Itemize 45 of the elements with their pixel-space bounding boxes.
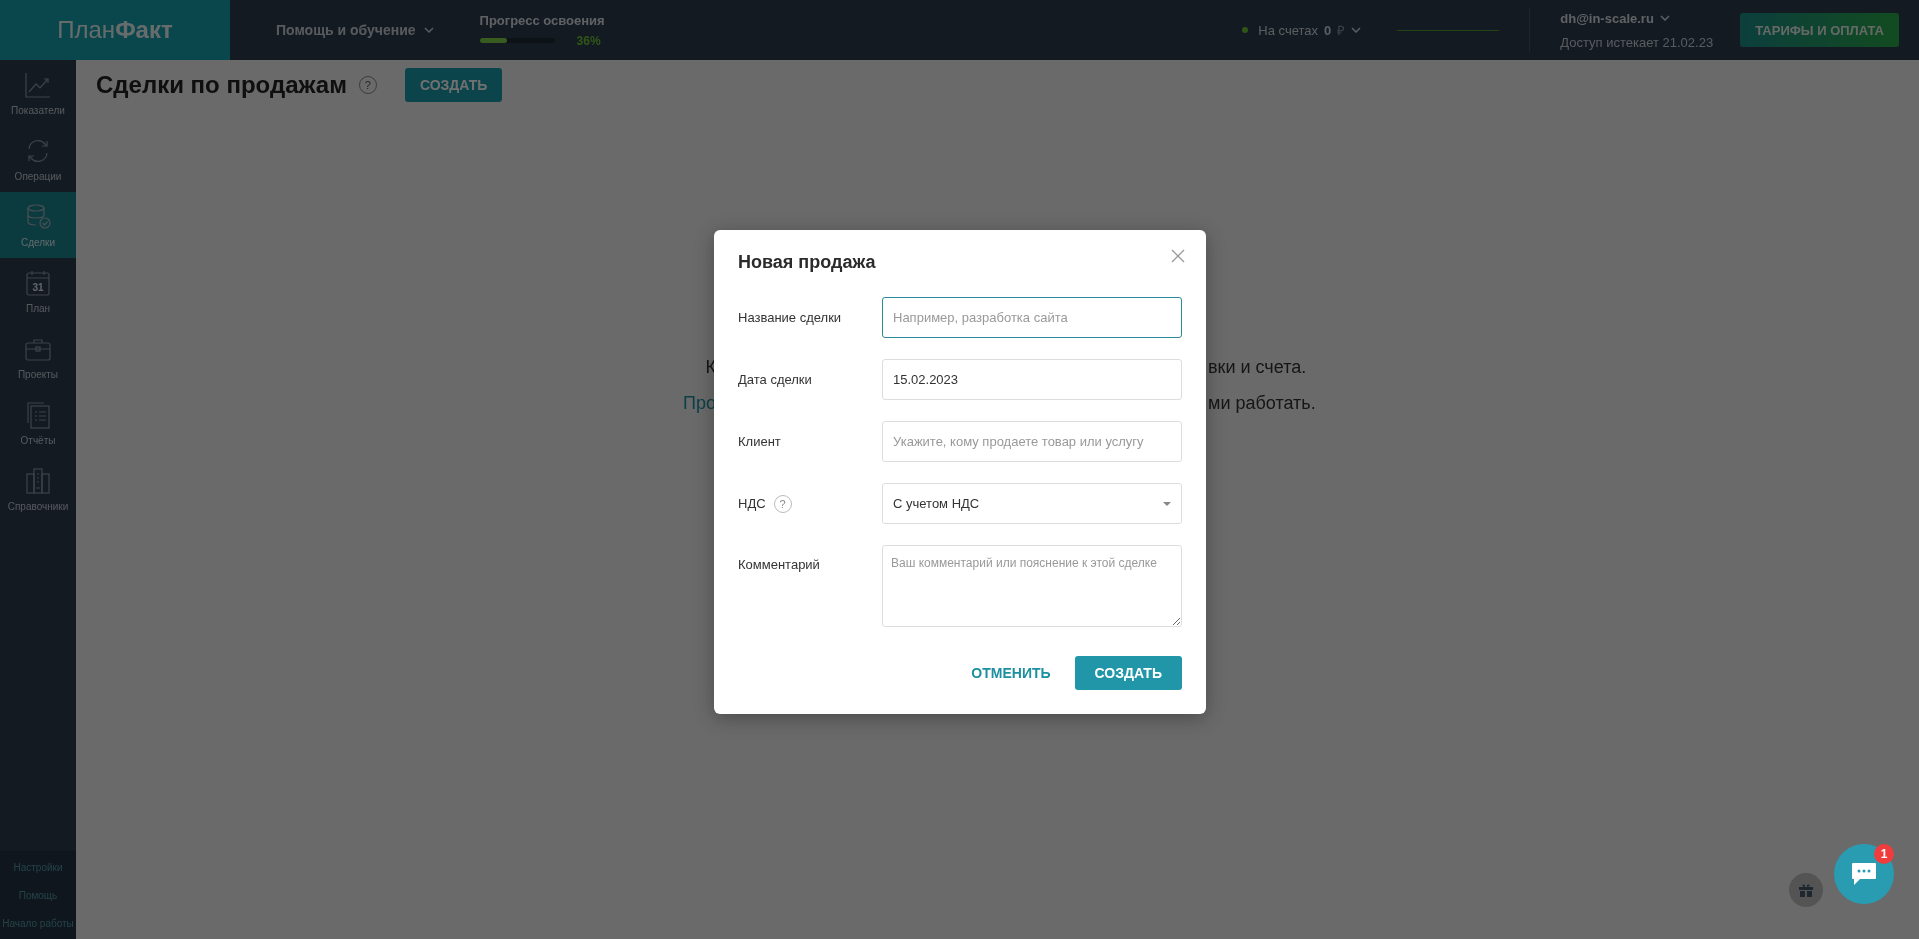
- create-button[interactable]: СОЗДАТЬ: [1074, 656, 1182, 690]
- sidebar-item[interactable]: Отчёты: [0, 390, 76, 456]
- gift-icon: [1798, 882, 1814, 898]
- sidebar-item[interactable]: Операции: [0, 126, 76, 192]
- field-label: НДС: [738, 496, 766, 511]
- database-check-icon: [24, 202, 52, 231]
- sidebar-item[interactable]: 31 План: [0, 258, 76, 324]
- empty-state-text: вки и счета.: [1208, 357, 1308, 378]
- plans-button[interactable]: ТАРИФЫ И ОПЛАТА: [1740, 13, 1899, 47]
- status-dot: [1242, 27, 1249, 33]
- comment-field[interactable]: Ваш комментарий или пояснение к этой сделке: [882, 545, 1182, 627]
- calendar-icon: 31: [24, 268, 52, 297]
- empty-state-text: ми работать.: [1208, 393, 1317, 414]
- sidebar-item[interactable]: Справочники: [0, 456, 76, 522]
- chevron-down-icon: [1351, 27, 1362, 33]
- chevron-down-icon: [1659, 15, 1670, 21]
- sidebar-item[interactable]: Сделки: [0, 192, 76, 258]
- field-label: Название сделки: [738, 310, 842, 325]
- cancel-button[interactable]: ОТМЕНИТЬ: [963, 657, 1059, 689]
- field-label: Клиент: [738, 434, 781, 449]
- sidebar-item[interactable]: Проекты: [0, 324, 76, 390]
- text-field[interactable]: Например, разработка сайта: [882, 297, 1182, 338]
- modal-title: Новая продажа: [738, 252, 876, 273]
- chat-bubble-icon: [1851, 862, 1877, 886]
- help-menu[interactable]: Помощь и обучение: [270, 21, 440, 39]
- field-label: Дата сделки: [738, 372, 812, 387]
- logo[interactable]: ПланФакт: [0, 0, 230, 60]
- page-title: Сделки по продажам: [96, 71, 347, 99]
- empty-state-link[interactable]: Про: [76, 393, 716, 414]
- field-label: Комментарий: [738, 557, 820, 572]
- chevron-down-icon: [423, 27, 434, 33]
- caret-icon: [1163, 501, 1171, 506]
- vat-dropdown[interactable]: С учетом НДС: [882, 483, 1182, 524]
- progress-percent: 36%: [576, 33, 601, 48]
- balance-menu[interactable]: На счетах 0 ₽: [1236, 20, 1368, 40]
- sidebar-item[interactable]: Показатели: [0, 60, 76, 126]
- line-chart-icon: [24, 70, 52, 99]
- progress-label: Прогресс освоения: [479, 12, 605, 28]
- user-email-menu[interactable]: dh@in-scale.ru: [1560, 10, 1741, 26]
- close-icon: [1171, 249, 1185, 263]
- text-field[interactable]: 15.02.2023: [882, 359, 1182, 400]
- report-icon: [24, 400, 52, 429]
- access-expiry: Доступ истекает 21.02.23: [1560, 34, 1715, 50]
- directory-icon: [24, 466, 52, 495]
- create-button[interactable]: СОЗДАТЬ: [404, 68, 503, 102]
